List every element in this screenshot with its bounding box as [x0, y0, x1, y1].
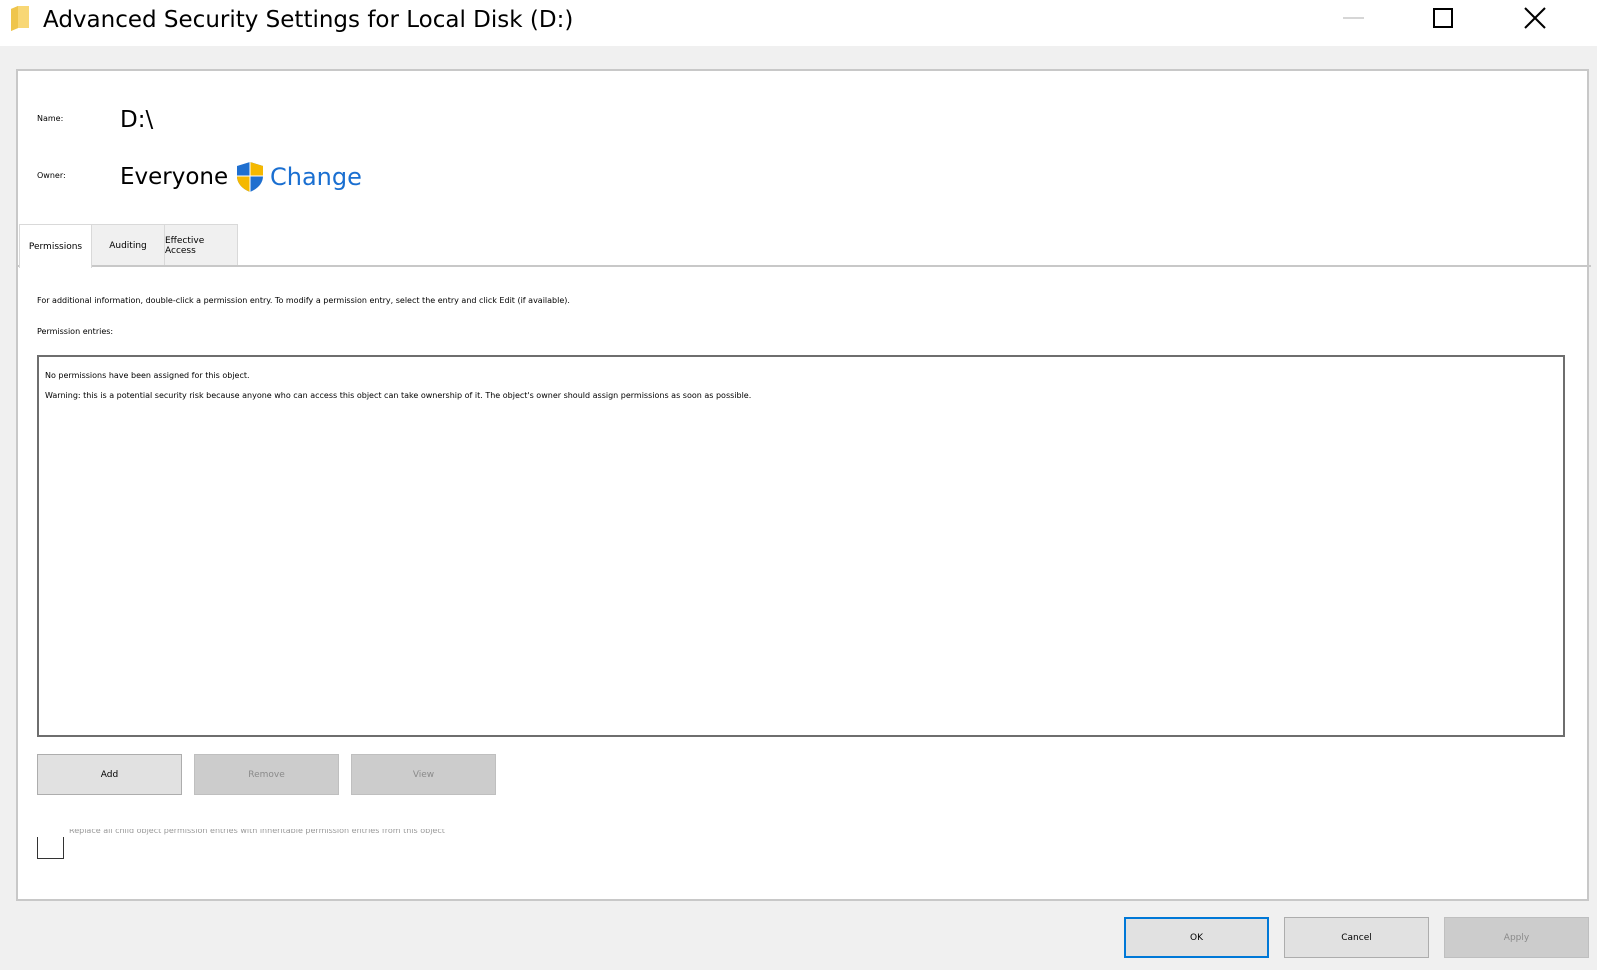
instructions-text: For additional information, double-click… [37, 296, 570, 305]
ok-button[interactable]: OK [1124, 917, 1269, 958]
tab-auditing[interactable]: Auditing [91, 224, 165, 266]
security-panel: Name: D:\ Owner: Everyone Change Permiss… [16, 69, 1591, 901]
owner-label: Owner: [37, 171, 66, 180]
name-label: Name: [37, 114, 64, 123]
minimize-icon [1343, 17, 1364, 19]
tab-permissions[interactable]: Permissions [19, 224, 92, 268]
permission-entries-label: Permission entries: [37, 327, 114, 336]
cancel-button[interactable]: Cancel [1284, 917, 1429, 958]
close-icon [1524, 7, 1546, 29]
folder-icon [9, 6, 31, 32]
empty-permissions-message: No permissions have been assigned for th… [45, 371, 250, 380]
uac-shield-icon [237, 162, 263, 192]
minimize-button[interactable] [1324, 0, 1384, 40]
change-link-label: Change [270, 163, 362, 191]
title-bar: Advanced Security Settings for Local Dis… [0, 0, 1597, 46]
permission-entries-list[interactable]: No permissions have been assigned for th… [37, 355, 1565, 737]
replace-child-permissions-label: Replace all child object permission entr… [69, 829, 445, 835]
view-button[interactable]: View [351, 754, 496, 795]
name-value: D:\ [120, 107, 154, 133]
remove-button[interactable]: Remove [194, 754, 339, 795]
change-owner-link[interactable]: Change [235, 160, 362, 194]
replace-child-permissions-checkbox[interactable] [37, 837, 64, 859]
maximize-button[interactable] [1414, 0, 1474, 40]
maximize-icon [1433, 8, 1453, 28]
security-warning-message: Warning: this is a potential security ri… [45, 391, 752, 400]
close-button[interactable] [1505, 0, 1565, 40]
tab-effective-access[interactable]: Effective Access [164, 224, 238, 266]
window-title: Advanced Security Settings for Local Dis… [43, 7, 574, 33]
tab-divider [18, 265, 1591, 267]
add-button[interactable]: Add [37, 754, 182, 795]
owner-value: Everyone [120, 164, 229, 190]
apply-button[interactable]: Apply [1444, 917, 1589, 958]
